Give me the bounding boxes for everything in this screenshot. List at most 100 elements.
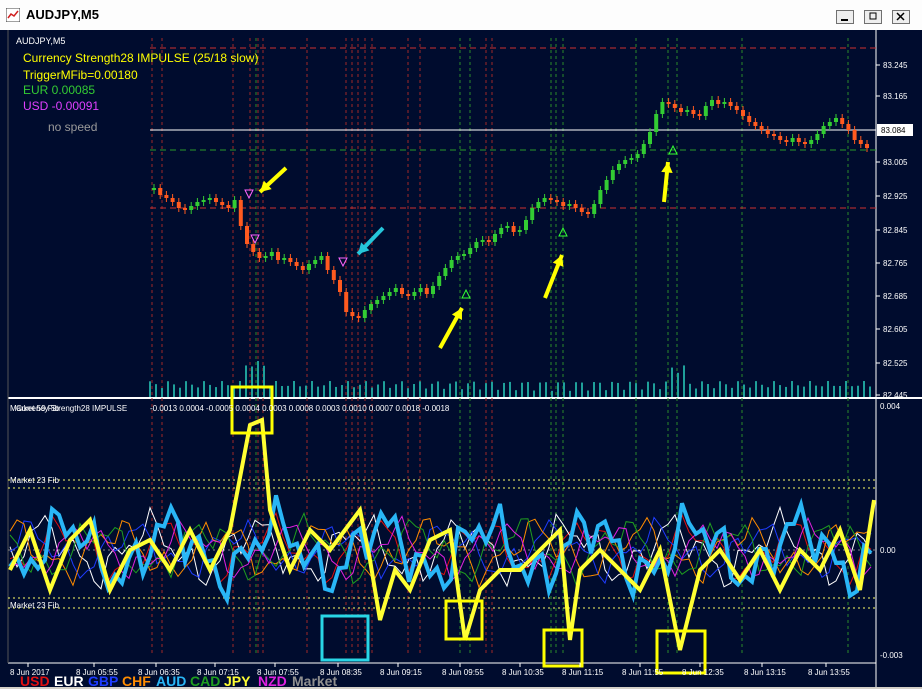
candle-body <box>183 208 187 210</box>
candle-body <box>381 296 386 300</box>
candle-body <box>796 138 801 142</box>
sub-values: -0.0013 0.0004 -0.0005 0.0004 0.0003 0.0… <box>150 404 450 413</box>
time-axis-label: 8 Jun 11:15 <box>562 668 604 677</box>
trigger-label: TriggerMFib=0.00180 <box>23 68 138 82</box>
price-tick-label: 82.445 <box>883 391 908 400</box>
candle-body <box>282 258 287 260</box>
candle-body <box>865 144 869 148</box>
minimize-button[interactable] <box>836 10 854 24</box>
candle-body <box>834 118 838 122</box>
candle-body <box>238 200 243 226</box>
candle-body <box>555 200 559 202</box>
candle-body <box>257 252 262 258</box>
price-tick-label: 82.685 <box>883 292 908 301</box>
window-titlebar: AUDJPY,M5 <box>0 0 922 31</box>
highlight-box <box>655 629 707 675</box>
candle-body <box>387 292 392 296</box>
sub-header: Currency Strength28 IMPULSE <box>16 404 128 413</box>
candle-body <box>710 100 714 106</box>
candle-body <box>741 110 745 116</box>
candle-body <box>852 130 857 140</box>
candle-body <box>722 102 727 104</box>
candle-body <box>331 270 336 280</box>
candle-body <box>424 288 429 294</box>
candle-body <box>350 312 355 316</box>
candle-body <box>375 300 380 304</box>
candle-body <box>598 190 603 204</box>
candle-body <box>511 226 516 232</box>
price-tick-label: 82.845 <box>883 226 908 235</box>
price-tick-label: 82.925 <box>883 192 908 201</box>
candle-body <box>437 276 442 286</box>
candle-body <box>493 234 497 242</box>
close-icon <box>896 12 905 21</box>
candle-body <box>455 256 460 260</box>
chart-icon <box>6 8 20 22</box>
candle-body <box>226 205 231 208</box>
candle-body <box>369 304 373 310</box>
candle-body <box>784 140 789 142</box>
close-button[interactable] <box>892 10 910 24</box>
sub-tick-label: -0.003 <box>880 651 903 660</box>
candle-body <box>679 108 683 112</box>
price-tick-label: 82.765 <box>883 259 908 268</box>
candle-body <box>251 244 256 252</box>
candle-body <box>462 254 466 256</box>
candle-body <box>753 122 758 126</box>
jpy-strength-line <box>8 417 876 651</box>
candle-body <box>747 116 752 122</box>
candle-body <box>486 240 491 242</box>
price-tick-label: 82.525 <box>883 359 908 368</box>
candle-body <box>338 280 342 292</box>
pointer-arrow-head <box>661 162 673 174</box>
candle-body <box>790 138 795 142</box>
candle-body <box>300 266 305 270</box>
candle-body <box>635 154 640 158</box>
candle-body <box>220 202 225 205</box>
candle-body <box>716 100 721 104</box>
symbol-label: AUDJPY,M5 <box>16 36 66 46</box>
time-axis-label: 8 Jun 09:15 <box>380 668 422 677</box>
candle-body <box>189 206 194 210</box>
candle-body <box>648 132 652 144</box>
candle-body <box>313 260 318 264</box>
candle-body <box>517 230 522 232</box>
candle-body <box>666 102 671 104</box>
candle-body <box>195 202 200 206</box>
candle-body <box>232 200 237 208</box>
fib-lower-label: Market 23 Fib <box>10 601 59 610</box>
candle-body <box>858 140 863 144</box>
restore-icon <box>869 12 877 20</box>
sell-signal-arrow <box>244 189 254 200</box>
highlight-box <box>542 628 584 668</box>
candle-body <box>431 286 435 294</box>
current-price-label: 83.084 <box>881 126 906 135</box>
candle-body <box>214 198 218 202</box>
candle-body <box>604 180 609 190</box>
candle-body <box>400 288 404 294</box>
candle-body <box>412 292 417 296</box>
candle-body <box>728 102 733 106</box>
chart-window[interactable]: 83.245 83.165 83.005 82.925 82.845 82.765 82.6… <box>0 30 922 689</box>
candle-body <box>623 160 628 164</box>
candle-body <box>685 110 690 112</box>
candle-body <box>201 200 206 202</box>
candle-body <box>592 204 597 214</box>
candle-body <box>468 248 473 254</box>
restore-button[interactable] <box>864 10 882 24</box>
chart-canvas[interactable]: 83.245 83.165 83.005 82.925 82.845 82.765 82.6… <box>0 30 922 687</box>
sub-tick-label: 0.00 <box>880 546 896 555</box>
candle-body <box>263 256 268 258</box>
candle-body <box>176 202 181 208</box>
candle-body <box>660 102 665 114</box>
time-axis-label: 8 Jun 13:15 <box>744 668 786 677</box>
candle-body <box>356 316 361 318</box>
candle-body <box>641 144 646 154</box>
candle-body <box>269 252 274 256</box>
highlight-box <box>320 614 370 662</box>
candle-body <box>697 114 702 116</box>
candle-body <box>325 256 330 270</box>
candle-body <box>406 294 411 296</box>
candle-body <box>672 104 677 108</box>
candle-body <box>480 240 485 242</box>
